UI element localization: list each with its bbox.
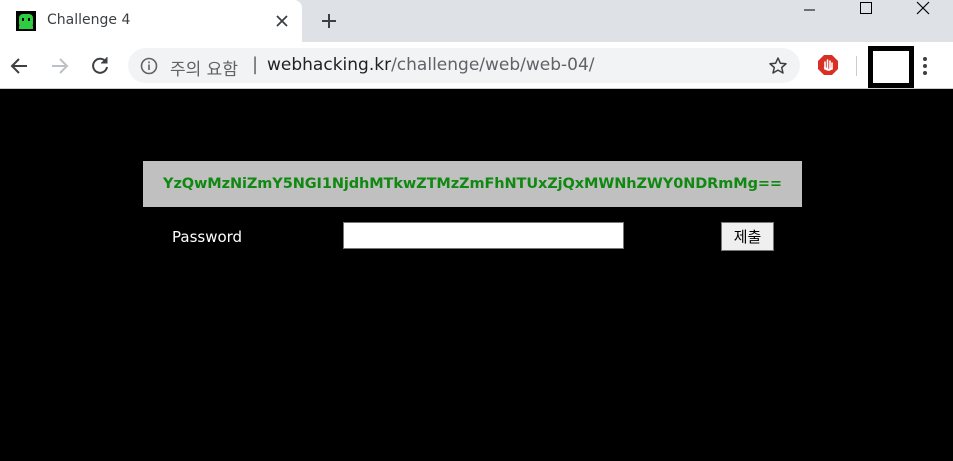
hash-value: YzQwMzNiZmY5NGI1NjdhMTkwZTMzZmFhNTUxZjQx… [163, 176, 782, 192]
back-arrow-icon[interactable] [8, 55, 30, 77]
reload-icon[interactable] [89, 55, 111, 77]
url-path: /challenge/web/web-04/ [391, 55, 595, 75]
minimize-icon[interactable] [782, 0, 838, 20]
password-input[interactable] [343, 222, 624, 249]
address-bar[interactable]: 주의 요함 | webhacking.kr/challenge/web/web-… [128, 48, 800, 83]
maximize-icon[interactable] [838, 0, 894, 20]
new-tab-icon[interactable] [320, 12, 338, 30]
url-separator: | [252, 54, 259, 75]
bookmark-star-icon[interactable] [768, 56, 788, 76]
page-content: YzQwMzNiZmY5NGI1NjdhMTkwZTMzZmFhNTUxZjQx… [0, 89, 953, 461]
password-label: Password [172, 228, 243, 246]
stop-hand-icon[interactable] [817, 54, 839, 76]
info-icon[interactable] [140, 57, 158, 75]
close-tab-icon[interactable] [274, 13, 290, 29]
profile-avatar[interactable] [868, 46, 914, 88]
browser-toolbar: 주의 요함 | webhacking.kr/challenge/web/web-… [0, 42, 953, 89]
browser-tab[interactable]: Challenge 4 [0, 0, 302, 42]
url-host: webhacking.kr [267, 55, 392, 75]
green-monster-icon [16, 11, 36, 31]
hash-banner: YzQwMzNiZmY5NGI1NjdhMTkwZTMzZmFhNTUxZjQx… [143, 161, 802, 207]
security-label[interactable]: 주의 요함 [170, 55, 238, 80]
tab-strip: Challenge 4 [0, 0, 953, 42]
url-text[interactable]: webhacking.kr/challenge/web/web-04/ [267, 55, 595, 75]
tab-title: Challenge 4 [47, 12, 131, 28]
submit-button[interactable]: 제출 [721, 222, 774, 251]
forward-arrow-icon[interactable] [49, 55, 71, 77]
close-icon[interactable] [895, 0, 951, 20]
kebab-menu-icon[interactable] [920, 55, 930, 77]
toolbar-divider [856, 56, 857, 76]
